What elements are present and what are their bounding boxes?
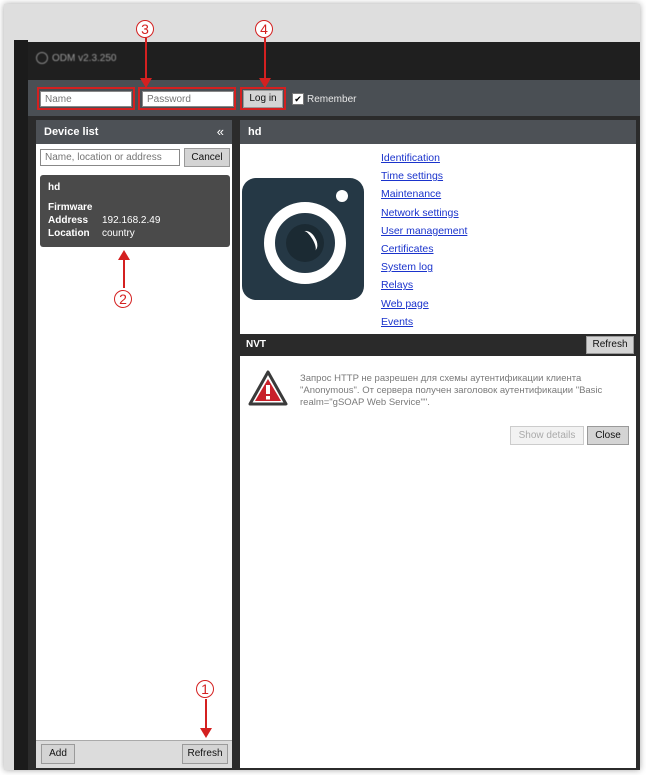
annotation-marker-4: 4 xyxy=(255,20,273,38)
annotation-marker-2: 2 xyxy=(114,290,132,308)
annotation-marker-1: 1 xyxy=(196,680,214,698)
annotation-arrows xyxy=(118,38,271,738)
annotation-marker-3: 3 xyxy=(136,20,154,38)
